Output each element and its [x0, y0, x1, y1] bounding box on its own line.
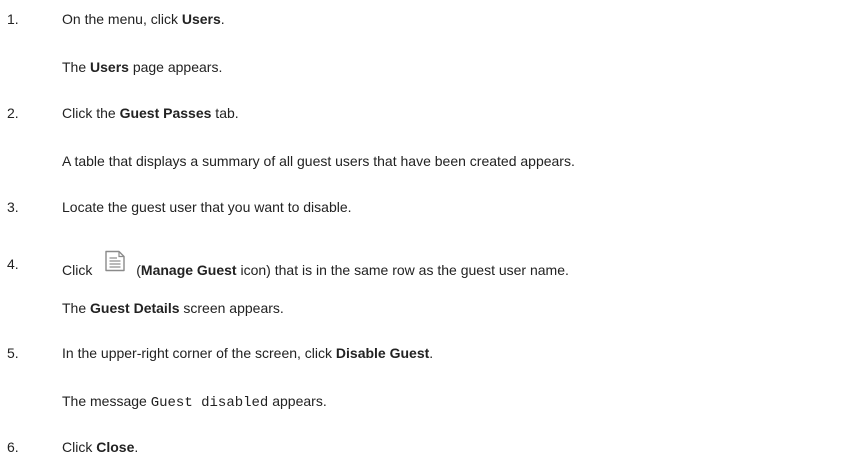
step-number: 6.: [7, 439, 19, 455]
ui-label-close: Close: [96, 439, 135, 455]
result-text: The message: [62, 393, 151, 409]
step-instruction: Locate the guest user that you want to d…: [62, 199, 352, 215]
step-number: 3.: [7, 199, 19, 215]
result-text: The: [62, 59, 91, 75]
step-number: 5.: [7, 345, 19, 361]
step-result: The Users page appears.: [62, 58, 222, 76]
step-instruction: Click the Guest Passes tab.: [62, 104, 239, 122]
result-text: appears.: [268, 393, 327, 409]
instruction-text: .: [134, 439, 139, 455]
step-result: The message Guest disabled appears.: [62, 392, 327, 412]
step-number: 4.: [7, 256, 19, 272]
result-text: screen appears.: [179, 300, 284, 316]
instruction-text: Click the: [62, 105, 120, 121]
ui-label-guest-passes: Guest Passes: [119, 105, 212, 121]
instruction-text: .: [220, 11, 225, 27]
ui-label-users: Users: [181, 11, 221, 27]
system-message: Guest disabled: [150, 395, 269, 411]
instruction-text: In the upper-right corner of the screen,…: [62, 345, 336, 361]
instruction-text: icon) that is in the same row as the gue…: [236, 262, 569, 278]
ui-label-users: Users: [90, 59, 129, 75]
step-instruction: Click (Manage Guest icon) that is in the…: [62, 250, 569, 279]
ui-label-manage-guest: Manage Guest: [140, 262, 237, 278]
instruction-text: tab.: [211, 105, 239, 121]
step-instruction: On the menu, click Users.: [62, 10, 225, 28]
step-result: A table that displays a summary of all g…: [62, 153, 575, 169]
step-result: The Guest Details screen appears.: [62, 299, 284, 317]
instruction-text: Click: [62, 439, 97, 455]
step-instruction: In the upper-right corner of the screen,…: [62, 344, 433, 362]
step-instruction: Click Close.: [62, 438, 138, 456]
instruction-text: Click: [62, 262, 97, 278]
step-number: 1.: [7, 11, 19, 27]
manage-guest-icon: [102, 249, 128, 273]
result-text: page appears.: [128, 59, 223, 75]
step-number: 2.: [7, 105, 19, 121]
ui-label-guest-details: Guest Details: [90, 300, 180, 316]
result-text: The: [62, 300, 91, 316]
instruction-text: .: [429, 345, 434, 361]
ui-label-disable-guest: Disable Guest: [335, 345, 430, 361]
instruction-text: On the menu, click: [62, 11, 182, 27]
